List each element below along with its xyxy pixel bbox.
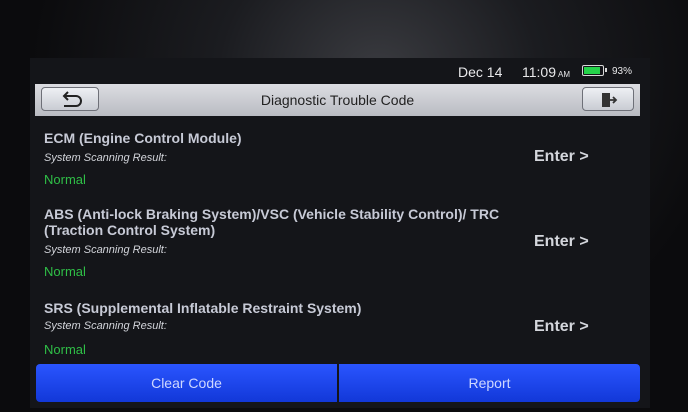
system-name: ECM (Engine Control Module) — [44, 130, 242, 146]
status-ampm: AM — [558, 70, 570, 79]
battery-icon — [582, 65, 607, 76]
enter-button[interactable]: Enter > — [534, 148, 589, 166]
status-bar: Dec 14 11:09 AM 93% — [30, 58, 650, 84]
system-result-value: Normal — [44, 342, 86, 357]
system-result-value: Normal — [44, 172, 86, 187]
header-bar: Diagnostic Trouble Code — [35, 84, 640, 116]
battery-fill — [584, 67, 600, 74]
clear-code-button[interactable]: Clear Code — [36, 364, 337, 402]
status-time-value: 11:09 — [522, 64, 556, 80]
exit-button[interactable] — [582, 87, 634, 111]
enter-button[interactable]: Enter > — [534, 318, 589, 336]
battery-percent: 93% — [612, 66, 633, 77]
status-date: Dec 14 — [458, 64, 503, 80]
bottom-button-bar: Clear Code Report — [36, 364, 640, 402]
system-name: SRS (Supplemental Inflatable Restraint S… — [44, 300, 362, 316]
enter-button[interactable]: Enter > — [534, 233, 589, 251]
system-item-abs-vsc-trc[interactable]: ABS (Anti-lock Braking System)/VSC (Vehi… — [36, 206, 640, 284]
system-name: ABS (Anti-lock Braking System)/VSC (Vehi… — [44, 206, 500, 238]
system-result-label: System Scanning Result: — [44, 244, 167, 256]
system-item-ecm[interactable]: ECM (Engine Control Module) System Scann… — [36, 130, 640, 192]
status-time: 11:09 AM — [522, 64, 570, 80]
system-item-srs[interactable]: SRS (Supplemental Inflatable Restraint S… — [36, 300, 640, 360]
system-result-label: System Scanning Result: — [44, 320, 167, 332]
system-result-value: Normal — [44, 264, 86, 279]
page-title: Diagnostic Trouble Code — [260, 92, 415, 108]
system-result-label: System Scanning Result: — [44, 152, 167, 164]
report-button[interactable]: Report — [339, 364, 640, 402]
exit-icon — [600, 91, 618, 109]
